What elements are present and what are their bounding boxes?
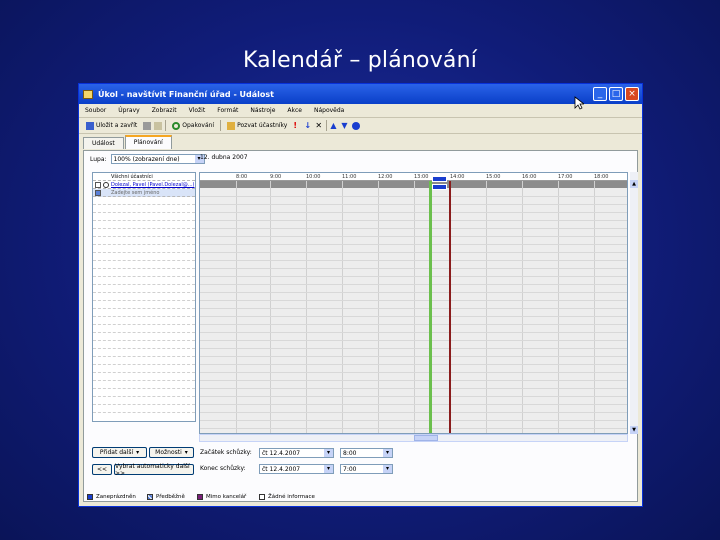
recurrence-icon — [172, 121, 181, 130]
zoom-select[interactable]: 100% (zobrazení dne) ▾ — [110, 154, 205, 164]
legend-out-of-office: Mimo kancelář — [197, 494, 246, 500]
menu-insert[interactable]: Vložit — [189, 107, 206, 114]
save-close-button[interactable]: Uložit a zavřít — [83, 120, 140, 132]
help-icon[interactable] — [352, 121, 361, 130]
end-date-input[interactable]: čt 12.4.2007 ▾ — [259, 464, 334, 474]
options-button[interactable]: Možnosti ▾ — [149, 447, 194, 458]
vertical-scrollbar[interactable]: ▲ ▼ — [630, 172, 638, 434]
toolbar-separator — [165, 120, 167, 131]
scroll-up-icon[interactable]: ▲ — [630, 180, 638, 188]
legend-busy-swatch — [87, 494, 93, 500]
attendee-checkbox[interactable] — [95, 181, 101, 188]
legend-tentative-swatch — [147, 494, 153, 500]
legend-busy: Zaneprázdněn — [87, 494, 136, 500]
slide-title: Kalendář – plánování — [242, 48, 478, 73]
tab-scheduling[interactable]: Plánování — [124, 135, 172, 149]
attach-icon[interactable] — [154, 121, 163, 130]
chevron-down-icon: ▾ — [383, 449, 392, 457]
appointment-window: Úkol - navštívit Finanční úřad - Událost… — [78, 83, 643, 507]
menu-tools[interactable]: Nástroje — [250, 107, 275, 114]
scroll-down-icon[interactable]: ▼ — [630, 426, 638, 434]
mouse-cursor-icon — [574, 96, 584, 110]
legend-tentative: Předběžně — [147, 494, 185, 500]
legend-no-info: Žádné informace — [259, 494, 315, 500]
hour-label: 10:00 — [306, 174, 321, 180]
close-button[interactable]: × — [625, 87, 639, 101]
toolbar-separator — [220, 120, 222, 131]
delete-icon[interactable]: ✕ — [315, 121, 323, 130]
menu-format[interactable]: Formát — [217, 107, 238, 114]
hour-label: 14:00 — [450, 174, 465, 180]
menu-file[interactable]: Soubor — [85, 107, 106, 114]
tab-strip: Událost Plánování — [79, 134, 642, 149]
attendee-checkbox[interactable] — [95, 189, 101, 196]
end-time-input[interactable]: 7:00 ▾ — [340, 464, 393, 474]
chevron-down-icon: ▾ — [136, 449, 140, 456]
hour-label: 12:00 — [378, 174, 393, 180]
importance-high-icon[interactable]: ! — [293, 121, 301, 130]
attendee-list: Všichni účastníci Dolezal, Pavel (Pavel.… — [92, 172, 196, 422]
add-attendee-row[interactable]: Zadejte sem jméno — [93, 189, 195, 197]
importance-low-icon[interactable]: ↓ — [304, 121, 312, 130]
legend-no-info-swatch — [259, 494, 265, 500]
schedule-date-header: 12. dubna 2007 — [200, 154, 248, 161]
menu-view[interactable]: Zobrazit — [152, 107, 177, 114]
chevron-down-icon: ▾ — [184, 449, 188, 456]
autopick-next-button[interactable]: Vybrat automaticky další >> — [114, 463, 194, 477]
zoom-label: Lupa: — [90, 155, 107, 163]
add-others-button[interactable]: Přidat další ▾ — [92, 447, 147, 458]
organizer-icon — [103, 181, 109, 188]
window-title: Úkol - navštívit Finanční úřad - Událost — [98, 89, 274, 99]
recurrence-button[interactable]: Opakování — [169, 120, 217, 132]
tab-appointment[interactable]: Událost — [83, 137, 124, 149]
scheduling-pane: Lupa: 100% (zobrazení dne) ▾ Všichni úča… — [83, 150, 638, 502]
hour-label: 16:00 — [522, 174, 537, 180]
legend-oof-swatch — [197, 494, 203, 500]
end-time-label: Konec schůzky: — [200, 465, 246, 472]
attendee-row[interactable]: Dolezal, Pavel (Pavel.Dolezal@...) — [93, 181, 195, 189]
invite-icon — [227, 121, 236, 130]
busy-block — [432, 176, 447, 182]
hour-label: 15:00 — [486, 174, 501, 180]
menu-help[interactable]: Nápověda — [314, 107, 344, 114]
toolbar-separator — [326, 120, 328, 131]
start-time-label: Začátek schůzky: — [200, 449, 252, 456]
calendar-app-icon — [83, 89, 93, 99]
scroll-thumb[interactable] — [414, 435, 438, 441]
meeting-end-line[interactable] — [449, 181, 451, 433]
hour-header: 8:00 9:00 10:00 11:00 12:00 13:00 14:00 … — [200, 173, 627, 181]
horizontal-scrollbar[interactable] — [199, 434, 628, 442]
hour-label: 8:00 — [236, 174, 248, 180]
start-time-input[interactable]: 8:00 ▾ — [340, 448, 393, 458]
next-icon[interactable]: ▼ — [341, 121, 349, 130]
window-titlebar[interactable]: Úkol - navštívit Finanční úřad - Událost — [79, 84, 642, 104]
autopick-back-button[interactable]: << — [92, 464, 112, 475]
chevron-down-icon: ▾ — [324, 465, 333, 473]
hour-label: 9:00 — [270, 174, 282, 180]
chevron-down-icon: ▾ — [383, 465, 392, 473]
save-icon — [86, 121, 94, 130]
meeting-start-line[interactable] — [429, 181, 432, 433]
hour-label: 17:00 — [558, 174, 573, 180]
toolbar: Uložit a zavřít Opakování Pozvat účastní… — [79, 118, 642, 134]
start-date-input[interactable]: čt 12.4.2007 ▾ — [259, 448, 334, 458]
minimize-button[interactable]: _ — [593, 87, 607, 101]
hour-label: 18:00 — [594, 174, 609, 180]
menu-actions[interactable]: Akce — [287, 107, 302, 114]
freebusy-grid[interactable]: 8:00 9:00 10:00 11:00 12:00 13:00 14:00 … — [199, 172, 628, 434]
chevron-down-icon: ▾ — [324, 449, 333, 457]
maximize-button[interactable]: □ — [609, 87, 623, 101]
menu-edit[interactable]: Úpravy — [118, 107, 139, 114]
menu-bar: Soubor Úpravy Zobrazit Vložit Formát Nás… — [79, 104, 642, 118]
previous-icon[interactable]: ▲ — [330, 121, 338, 130]
hour-label: 13:00 — [414, 174, 429, 180]
busy-block — [432, 184, 447, 190]
invite-attendees-button[interactable]: Pozvat účastníky — [224, 120, 290, 132]
all-attendees-row: Všichni účastníci — [93, 173, 195, 181]
hour-label: 11:00 — [342, 174, 357, 180]
print-icon[interactable] — [143, 121, 152, 130]
